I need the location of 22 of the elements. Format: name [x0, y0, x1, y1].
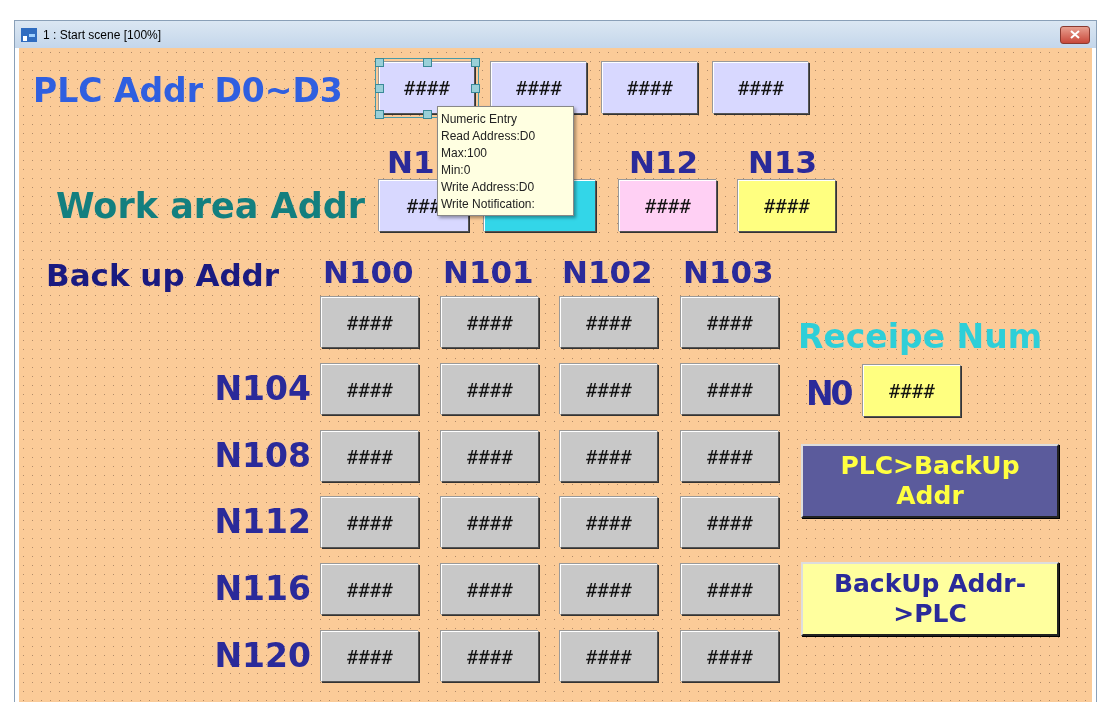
work-area-label: Work area Addr — [56, 189, 365, 224]
column-header: N103 — [683, 257, 774, 288]
recipe-title: Receipe Num — [798, 320, 1043, 353]
recipe-label: N0 — [806, 377, 851, 410]
row-label: N108 — [214, 439, 311, 472]
row-label: N112 — [214, 505, 311, 538]
column-header: N101 — [443, 257, 534, 288]
row-label: N120 — [214, 639, 311, 672]
column-header: N102 — [562, 257, 653, 288]
address-header: N12 — [629, 147, 699, 178]
row-label: N116 — [214, 572, 311, 605]
address-header: N13 — [748, 147, 818, 178]
row-label: N104 — [214, 372, 311, 405]
plc-address-label: PLC Addr D0~D3 — [33, 74, 343, 107]
backup-address-label: Back up Addr — [46, 260, 280, 291]
tooltip-line: Numeric Entry — [441, 111, 518, 128]
window-title: 1 : Start scene [100%] — [43, 27, 162, 42]
tooltip-line: Read Address:D0 — [441, 128, 537, 145]
column-header: N100 — [323, 257, 414, 288]
address-header: N1 — [387, 147, 435, 178]
tooltip-line: Max:100 — [441, 145, 489, 162]
tooltip-line: Min:0 — [441, 162, 472, 179]
